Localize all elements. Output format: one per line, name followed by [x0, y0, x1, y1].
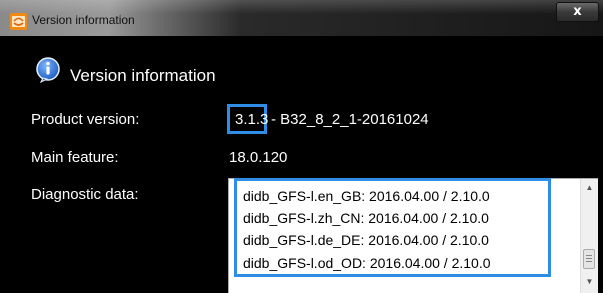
title-bar[interactable]: Version information — [0, 0, 603, 36]
close-icon: x — [573, 4, 582, 19]
version-info-window: Version information x Version informatio… — [0, 0, 603, 293]
dialog-heading: Version information — [70, 66, 216, 85]
window-title: Version information — [32, 13, 135, 27]
info-icon — [36, 57, 60, 83]
scroll-down-arrow-icon[interactable]: ▼ — [581, 275, 598, 289]
product-version-label: Product version: — [31, 111, 140, 128]
main-feature-label: Main feature: — [31, 149, 119, 166]
scroll-thumb[interactable] — [583, 249, 595, 269]
diagnostic-data-label: Diagnostic data: — [31, 186, 139, 203]
close-button[interactable]: x — [556, 2, 599, 22]
main-feature-value: 18.0.120 — [229, 149, 288, 166]
diagnostic-highlight-box — [234, 178, 551, 277]
product-version-build: - B32_8_2_1-20161024 — [271, 111, 429, 128]
app-logo-icon — [10, 13, 27, 30]
product-version-number: 3.1.3 — [235, 111, 269, 128]
scroll-up-arrow-icon[interactable]: ▲ — [581, 181, 598, 195]
diagnostic-scrollbar[interactable]: ▲ ▼ — [580, 179, 598, 293]
